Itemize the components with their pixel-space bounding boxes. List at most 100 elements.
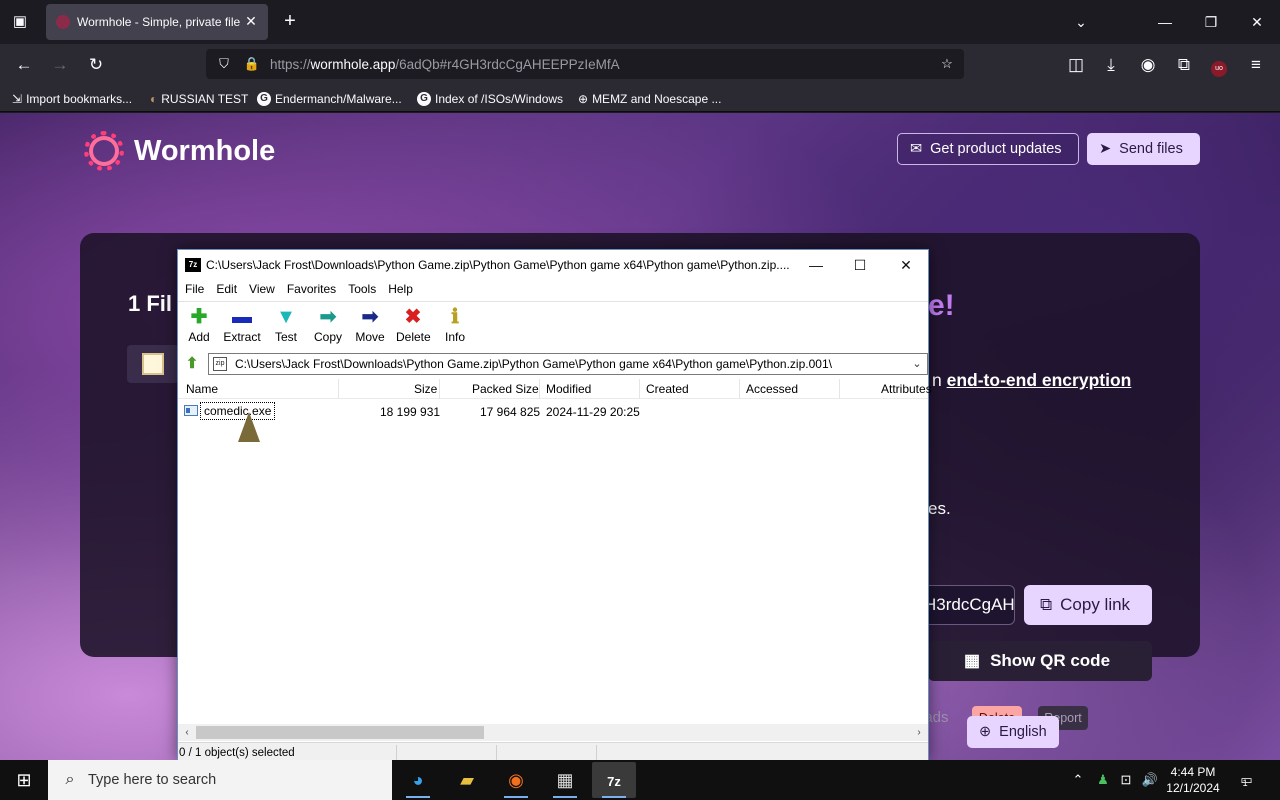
move-button[interactable]: ➡ Move: [354, 304, 386, 348]
menu-hamburger-icon[interactable]: ≡: [1243, 52, 1269, 78]
show-qr-label: Show QR code: [990, 651, 1111, 670]
system-clock[interactable]: 4:44 PM 12/1/2024: [1158, 764, 1228, 796]
path-combobox[interactable]: zip C:\Users\Jack Frost\Downloads\Python…: [208, 353, 928, 375]
network-icon[interactable]: ⊡: [1116, 760, 1136, 800]
delete-label: Delete: [396, 330, 431, 344]
horizontal-scrollbar[interactable]: ‹ ›: [178, 724, 928, 741]
browser-tab[interactable]: Wormhole - Simple, private file ✕: [46, 4, 268, 40]
tray-overflow-icon[interactable]: ⌃: [1068, 760, 1088, 800]
send-files-button[interactable]: ➤ Send files: [1087, 133, 1200, 165]
new-tab-icon[interactable]: +: [278, 10, 302, 34]
sevenzip-minimize-icon[interactable]: —: [796, 253, 836, 277]
menu-help[interactable]: Help: [387, 280, 420, 300]
extract-button[interactable]: ▬ Extract: [222, 304, 262, 348]
tray-app-icon[interactable]: ♟: [1093, 760, 1113, 800]
account-icon[interactable]: ◉: [1135, 52, 1161, 78]
tracking-shield-icon[interactable]: ⛉: [215, 55, 233, 73]
windows-start-icon[interactable]: ⊞: [0, 760, 48, 800]
column-separator[interactable]: [338, 379, 339, 399]
column-separator[interactable]: [639, 379, 640, 399]
bookmark-endermanch[interactable]: G Endermanch/Malware...: [257, 90, 402, 108]
menu-file[interactable]: File: [184, 280, 211, 300]
bookmark-russian-test[interactable]: ◐ RUSSIAN TEST: [150, 90, 248, 108]
encryption-link[interactable]: end-to-end encryption: [947, 370, 1132, 390]
menu-edit[interactable]: Edit: [215, 280, 244, 300]
add-button[interactable]: ✚ Add: [184, 304, 214, 348]
url-text[interactable]: https://wormhole.app/6adQb#r4GH3rdcCgAHE…: [270, 57, 620, 72]
copy-link-button[interactable]: ⧉ Copy link: [1024, 585, 1152, 625]
tab-close-icon[interactable]: ✕: [242, 12, 260, 30]
sevenzip-titlebar[interactable]: 7z C:\Users\Jack Frost\Downloads\Python …: [178, 250, 928, 280]
column-modified[interactable]: Modified: [546, 382, 591, 396]
add-label: Add: [188, 330, 210, 344]
scroll-left-icon[interactable]: ‹: [179, 724, 195, 741]
forward-icon[interactable]: →: [47, 52, 73, 78]
exe-file-icon: [184, 405, 198, 416]
file-explorer-icon[interactable]: ▰: [445, 762, 489, 798]
notification-icon[interactable]: ▭1: [1236, 760, 1262, 800]
sevenzip-close-icon[interactable]: ✕: [886, 253, 926, 277]
edge-icon[interactable]: ◕: [396, 762, 440, 798]
brand-name: Wormhole: [134, 134, 276, 167]
delete-x-icon: ✖: [404, 306, 422, 328]
sevenzip-maximize-icon[interactable]: ☐: [840, 253, 880, 277]
mouse-cursor-icon: [238, 412, 260, 442]
menu-tools[interactable]: Tools: [347, 280, 383, 300]
taskbar-search[interactable]: ⌕ Type here to search: [48, 760, 392, 800]
column-packed-size[interactable]: Packed Size: [472, 382, 539, 396]
bookmark-star-icon[interactable]: ☆: [938, 55, 956, 73]
bookmark-label: Import bookmarks...: [26, 92, 133, 106]
app-running-indicator: [602, 796, 626, 798]
menu-view[interactable]: View: [248, 280, 282, 300]
bookmark-memz[interactable]: ⊕ MEMZ and Noescape ...: [578, 90, 721, 108]
column-separator[interactable]: [839, 379, 840, 399]
reload-icon[interactable]: ↻: [83, 52, 109, 78]
window-minimize-icon[interactable]: —: [1150, 8, 1180, 36]
pocket-icon[interactable]: ◫: [1063, 52, 1089, 78]
column-attributes[interactable]: Attributes: [881, 382, 932, 396]
copy-label: Copy: [313, 330, 342, 344]
extensions-icon[interactable]: ⧉: [1171, 52, 1197, 78]
notification-count: 1: [1242, 778, 1248, 788]
bookmark-isos[interactable]: G Index of /ISOs/Windows: [417, 90, 563, 108]
bookmark-import[interactable]: ⇲ Import bookmarks...: [12, 90, 132, 108]
status-bar: 0 / 1 object(s) selected: [178, 742, 928, 761]
sevenzip-taskbar-icon[interactable]: 7z: [592, 762, 636, 798]
column-created[interactable]: Created: [646, 382, 689, 396]
share-link-field[interactable]: H3rdcCgAH: [915, 585, 1015, 625]
scrollbar-thumb[interactable]: [196, 726, 484, 739]
scroll-right-icon[interactable]: ›: [911, 724, 927, 741]
column-separator[interactable]: [739, 379, 740, 399]
back-icon[interactable]: ←: [11, 52, 37, 78]
menu-favorites[interactable]: Favorites: [286, 280, 343, 300]
tab-overflow-chevron-icon[interactable]: ⌄: [1066, 8, 1096, 36]
app-icon[interactable]: ▦: [543, 762, 587, 798]
volume-icon[interactable]: 🔊: [1140, 760, 1160, 800]
get-product-updates-button[interactable]: ✉ Get product updates: [897, 133, 1079, 165]
show-qr-code-button[interactable]: ▦ Show QR code: [928, 641, 1152, 681]
delete-button[interactable]: ✖ Delete: [396, 304, 431, 348]
table-row[interactable]: comedic.exe 18 199 931 17 964 825 2024-1…: [178, 401, 928, 421]
window-restore-icon[interactable]: ❐: [1196, 8, 1226, 36]
firefox-icon[interactable]: ◉: [494, 762, 538, 798]
column-name[interactable]: Name: [186, 382, 218, 396]
wormhole-brand[interactable]: Wormhole: [84, 131, 275, 171]
path-dropdown-icon[interactable]: ⌄: [909, 354, 925, 374]
column-separator[interactable]: [439, 379, 440, 399]
column-size[interactable]: Size: [414, 382, 437, 396]
column-accessed[interactable]: Accessed: [746, 382, 798, 396]
window-close-icon[interactable]: ✕: [1242, 8, 1272, 36]
info-button[interactable]: ℹ Info: [442, 304, 468, 348]
url-bar[interactable]: ⛉ 🔒 https://wormhole.app/6adQb#r4GH3rdcC…: [206, 49, 964, 79]
encryption-line2: es.: [928, 499, 951, 518]
lock-icon[interactable]: 🔒: [243, 55, 261, 73]
downloads-icon[interactable]: ⤓: [1098, 52, 1124, 78]
ublock-icon[interactable]: uo: [1206, 52, 1232, 78]
language-button[interactable]: ⊕ English: [967, 716, 1059, 748]
copy-button[interactable]: ➡ Copy: [312, 304, 344, 348]
column-separator[interactable]: [539, 379, 540, 399]
tab-list-icon[interactable]: ▣: [8, 10, 32, 34]
test-button[interactable]: ▼ Test: [272, 304, 300, 348]
folder-up-icon[interactable]: ⬆: [182, 354, 202, 374]
add-icon: ✚: [190, 306, 208, 328]
